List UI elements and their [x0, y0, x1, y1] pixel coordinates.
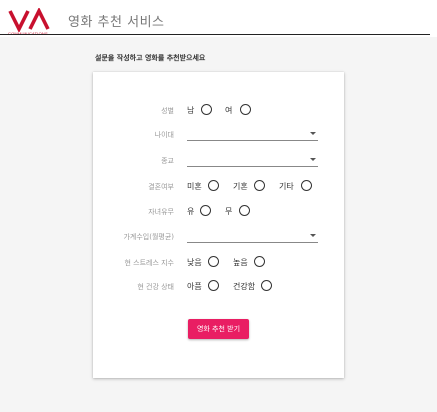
age-row: 나이대 — [93, 126, 344, 144]
marital-option-married-label: 기혼 — [233, 182, 248, 191]
logo-mark-icon — [8, 6, 50, 34]
chevron-down-icon — [310, 158, 316, 161]
stress-option-low-label: 낮음 — [187, 258, 202, 267]
children-label: 자녀유무 — [148, 208, 174, 216]
header-divider — [0, 34, 430, 35]
income-row: 가계수입(월평균) — [93, 228, 344, 246]
form-instruction: 설문을 작성하고 영화를 추천받으세요 — [95, 54, 206, 62]
health-healthy-radio[interactable] — [261, 280, 272, 291]
page-title: 영화 추천 서비스 — [68, 15, 165, 30]
gender-row: 성별 남 여 — [93, 102, 344, 120]
marital-option-single-label: 미혼 — [187, 182, 202, 191]
marital-option-other-label: 기타 — [279, 182, 294, 191]
stress-label: 현 스트레스 지수 — [124, 259, 174, 267]
health-sick-radio[interactable] — [208, 280, 219, 291]
religion-row: 종교 — [93, 152, 344, 170]
gender-option-male-label: 남 — [187, 106, 195, 115]
stress-high-radio[interactable] — [254, 256, 265, 267]
children-row: 자녀유무 유 무 — [93, 203, 344, 221]
stress-row: 현 스트레스 지수 낮음 높음 — [93, 254, 344, 272]
marital-label: 결혼여부 — [148, 183, 174, 191]
get-recommendation-button[interactable]: 영화 추천 받기 — [188, 319, 249, 339]
gender-label: 성별 — [161, 107, 174, 115]
gender-male-radio[interactable] — [201, 104, 212, 115]
stress-option-high-label: 높음 — [233, 258, 248, 267]
gender-female-radio[interactable] — [240, 104, 251, 115]
income-label: 가계수입(월평균) — [123, 233, 174, 241]
health-label: 현 건강 상태 — [137, 283, 174, 291]
marital-other-radio[interactable] — [301, 180, 312, 191]
marital-row: 결혼여부 미혼 기혼 기타 — [93, 178, 344, 196]
marital-single-radio[interactable] — [208, 180, 219, 191]
children-no-radio[interactable] — [239, 205, 250, 216]
chevron-down-icon — [310, 132, 316, 135]
children-option-yes-label: 유 — [187, 207, 195, 216]
age-select[interactable] — [187, 126, 318, 141]
health-row: 현 건강 상태 아픔 건강함 — [93, 278, 344, 296]
children-yes-radio[interactable] — [200, 205, 211, 216]
health-option-sick-label: 아픔 — [187, 282, 202, 291]
stress-low-radio[interactable] — [208, 256, 219, 267]
health-option-healthy-label: 건강함 — [233, 282, 256, 291]
chevron-down-icon — [310, 234, 316, 237]
marital-married-radio[interactable] — [254, 180, 265, 191]
va-communications-logo[interactable]: COMMUNICATIONS — [8, 6, 64, 36]
gender-option-female-label: 여 — [225, 106, 233, 115]
religion-label: 종교 — [161, 157, 174, 165]
survey-card: 성별 남 여 나이대 종교 결혼여부 미혼 기혼 기타 자녀유무 유 무 가계수… — [93, 72, 344, 378]
religion-select[interactable] — [187, 152, 318, 167]
children-option-no-label: 무 — [225, 207, 233, 216]
age-label: 나이대 — [154, 131, 174, 139]
income-select[interactable] — [187, 228, 318, 243]
app-header: COMMUNICATIONS 영화 추천 서비스 — [0, 0, 437, 37]
